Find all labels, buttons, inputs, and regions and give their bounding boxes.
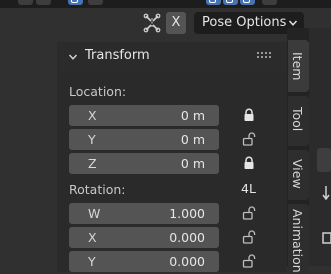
lock-open-icon[interactable] bbox=[242, 230, 256, 244]
field-value: 0 m bbox=[180, 108, 205, 123]
toolbar-toggle-button[interactable] bbox=[223, 0, 238, 5]
toolbar-toggle-button[interactable] bbox=[240, 0, 255, 5]
drag-grip-icon[interactable] bbox=[257, 52, 271, 60]
toolbar-toggle-button[interactable] bbox=[88, 0, 103, 5]
field-value: 0.000 bbox=[169, 254, 205, 269]
tab-tool-label: Tool bbox=[290, 107, 305, 132]
rotation-y-field[interactable]: Y 0.000 bbox=[69, 251, 219, 272]
tab-view[interactable]: View bbox=[288, 150, 309, 200]
panel-title: Transform bbox=[85, 48, 150, 63]
lock-open-icon[interactable] bbox=[242, 206, 256, 220]
tab-item-label: Item bbox=[290, 52, 305, 81]
axis-label: X bbox=[88, 230, 97, 245]
tab-animation-label: Animation bbox=[290, 209, 305, 273]
toolbar-toggle-button[interactable] bbox=[262, 0, 277, 5]
pose-options-label: Pose Options bbox=[202, 15, 287, 30]
x-mirror-toggle-button[interactable]: X bbox=[166, 12, 186, 34]
location-label: Location: bbox=[69, 84, 127, 99]
chevron-down-icon[interactable] bbox=[68, 52, 78, 62]
rotation-w-field[interactable]: W 1.000 bbox=[69, 203, 219, 224]
rotation-label: Rotation: bbox=[69, 182, 126, 197]
tool-icon[interactable] bbox=[322, 230, 331, 246]
bone-xmirror-icon[interactable] bbox=[142, 13, 162, 33]
toolbar-toggle-button[interactable] bbox=[36, 0, 51, 5]
lock-closed-icon[interactable] bbox=[242, 108, 256, 122]
axis-label: X bbox=[88, 108, 97, 123]
rotation-x-field[interactable]: X 0.000 bbox=[69, 227, 219, 248]
chevron-down-icon bbox=[288, 20, 298, 26]
toolbar-toggle-button[interactable] bbox=[206, 0, 221, 5]
tab-animation[interactable]: Animation bbox=[288, 204, 309, 274]
toolbar-button[interactable] bbox=[317, 148, 331, 172]
axis-label: Z bbox=[88, 156, 97, 171]
tool-icon[interactable] bbox=[322, 186, 331, 204]
tab-item[interactable]: Item bbox=[288, 40, 309, 92]
field-value: 0.000 bbox=[169, 230, 205, 245]
tab-view-label: View bbox=[290, 159, 305, 189]
location-z-field[interactable]: Z 0 m bbox=[69, 153, 219, 174]
location-x-field[interactable]: X 0 m bbox=[69, 105, 219, 126]
location-y-field[interactable]: Y 0 m bbox=[69, 129, 219, 150]
field-value: 1.000 bbox=[169, 206, 205, 221]
tab-tool[interactable]: Tool bbox=[288, 96, 309, 146]
lock-open-icon[interactable] bbox=[242, 132, 256, 146]
field-value: 0 m bbox=[180, 156, 205, 171]
axis-label: W bbox=[88, 206, 101, 221]
toolbar-toggle-button[interactable] bbox=[18, 0, 33, 5]
rotation-mode-toggle[interactable]: 4L bbox=[241, 181, 256, 196]
lock-closed-icon[interactable] bbox=[242, 156, 256, 170]
axis-label: Y bbox=[88, 254, 96, 269]
toolbar-toggle-button[interactable] bbox=[68, 0, 83, 5]
axis-label: Y bbox=[88, 132, 96, 147]
field-value: 0 m bbox=[180, 132, 205, 147]
